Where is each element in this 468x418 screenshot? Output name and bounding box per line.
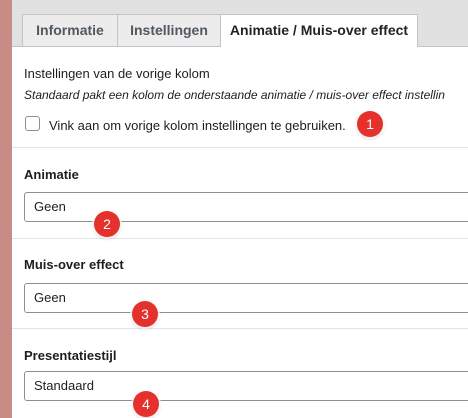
hover-effect-section: Muis-over effect Geen 3	[12, 239, 468, 329]
tab-informatie[interactable]: Informatie	[22, 14, 118, 46]
tab-content: Instellingen van de vorige kolom Standaa…	[12, 47, 468, 418]
presentation-style-select[interactable]: Standaard	[24, 371, 468, 401]
step-marker-4: 4	[133, 391, 159, 417]
step-marker-3: 3	[132, 301, 158, 327]
tab-animatie-muis-over-effect[interactable]: Animatie / Muis-over effect	[220, 14, 418, 47]
tab-instellingen[interactable]: Instellingen	[117, 14, 221, 46]
step-marker-1: 1	[357, 111, 383, 137]
animation-label: Animatie	[24, 167, 79, 182]
hover-effect-select[interactable]: Geen	[24, 283, 468, 313]
previous-column-section: Instellingen van de vorige kolom Standaa…	[12, 47, 468, 148]
step-marker-2: 2	[94, 211, 120, 237]
presentation-style-section: Presentatiestijl Standaard 4	[12, 329, 468, 418]
tab-bar: Informatie Instellingen Animatie / Muis-…	[12, 0, 468, 47]
hover-effect-label: Muis-over effect	[24, 257, 124, 272]
previous-column-title: Instellingen van de vorige kolom	[24, 66, 210, 81]
animation-section: Animatie Geen 2	[12, 148, 468, 239]
animation-select[interactable]: Geen	[24, 192, 468, 222]
presentation-style-label: Presentatiestijl	[24, 348, 117, 363]
previous-column-description: Standaard pakt een kolom de onderstaande…	[24, 88, 445, 102]
use-previous-column-checkbox[interactable]	[25, 116, 40, 131]
use-previous-column-label[interactable]: Vink aan om vorige kolom instellingen te…	[49, 118, 346, 133]
left-edge-strip	[0, 0, 12, 418]
